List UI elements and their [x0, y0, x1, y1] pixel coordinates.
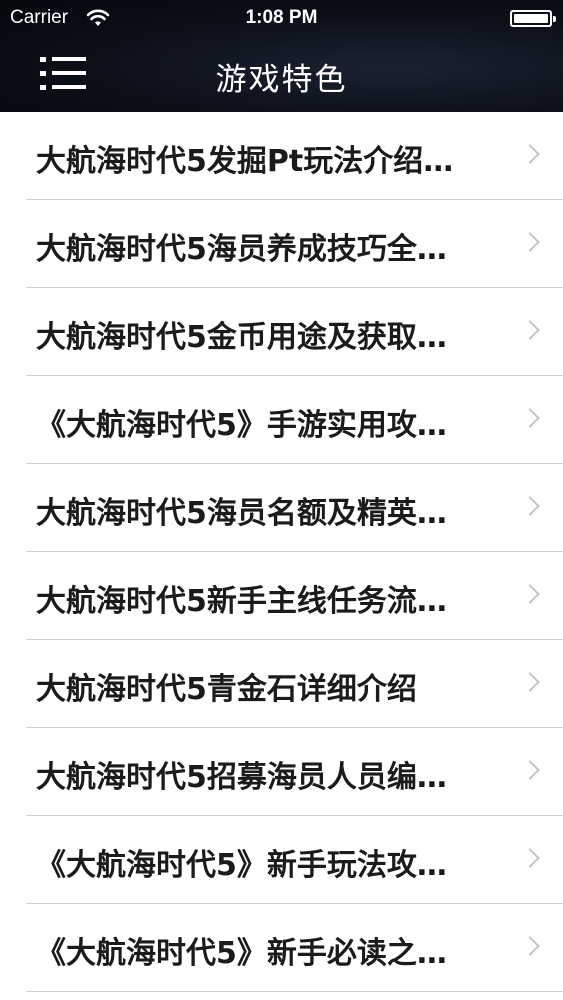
chevron-right-icon [520, 584, 540, 604]
list-item[interactable]: 大航海时代5招募海员人员编… [0, 728, 563, 816]
chevron-right-icon [520, 848, 540, 868]
chevron-right-icon [520, 496, 540, 516]
navigation-bar: 游戏特色 [0, 36, 563, 112]
app-screen: Carrier 1:08 PM 游戏特色 大航海时代5发掘Pt玩法介绍… 大航海… [0, 0, 563, 1000]
chevron-right-icon [520, 760, 540, 780]
article-list: 大航海时代5发掘Pt玩法介绍… 大航海时代5海员养成技巧全… 大航海时代5金币用… [0, 112, 563, 992]
list-item[interactable]: 大航海时代5新手主线任务流… [0, 552, 563, 640]
list-item-label: 大航海时代5海员养成技巧全… [36, 232, 447, 267]
list-item-label: 大航海时代5招募海员人员编… [36, 760, 447, 795]
battery-icon [510, 10, 556, 27]
list-item[interactable]: 《大航海时代5》新手必读之… [0, 904, 563, 992]
chevron-right-icon [520, 320, 540, 340]
chevron-right-icon [520, 144, 540, 164]
page-title: 游戏特色 [215, 62, 348, 98]
list-item-label: 《大航海时代5》手游实用攻… [36, 408, 447, 443]
chevron-right-icon [520, 408, 540, 428]
list-item-label: 大航海时代5发掘Pt玩法介绍… [36, 144, 454, 179]
list-item[interactable]: 大航海时代5金币用途及获取… [0, 288, 563, 376]
separator [26, 991, 563, 992]
list-item-label: 《大航海时代5》新手必读之… [36, 936, 447, 971]
list-item[interactable]: 大航海时代5青金石详细介绍 [0, 640, 563, 728]
list-item-label: 大航海时代5海员名额及精英… [36, 496, 447, 531]
list-item[interactable]: 大航海时代5海员养成技巧全… [0, 200, 563, 288]
list-item-label: 《大航海时代5》新手玩法攻… [36, 848, 447, 883]
list-item[interactable]: 《大航海时代5》手游实用攻… [0, 376, 563, 464]
list-item-label: 大航海时代5新手主线任务流… [36, 584, 447, 619]
clock: 1:08 PM [245, 7, 318, 28]
chevron-right-icon [520, 232, 540, 252]
list-item[interactable]: 大航海时代5发掘Pt玩法介绍… [0, 112, 563, 200]
chevron-right-icon [520, 936, 540, 956]
list-item[interactable]: 《大航海时代5》新手玩法攻… [0, 816, 563, 904]
list-item-label: 大航海时代5青金石详细介绍 [36, 672, 417, 707]
list-item-label: 大航海时代5金币用途及获取… [36, 320, 447, 355]
list-item[interactable]: 大航海时代5海员名额及精英… [0, 464, 563, 552]
chevron-right-icon [520, 672, 540, 692]
status-bar: Carrier 1:08 PM [0, 0, 563, 36]
top-bar: Carrier 1:08 PM 游戏特色 [0, 0, 563, 112]
